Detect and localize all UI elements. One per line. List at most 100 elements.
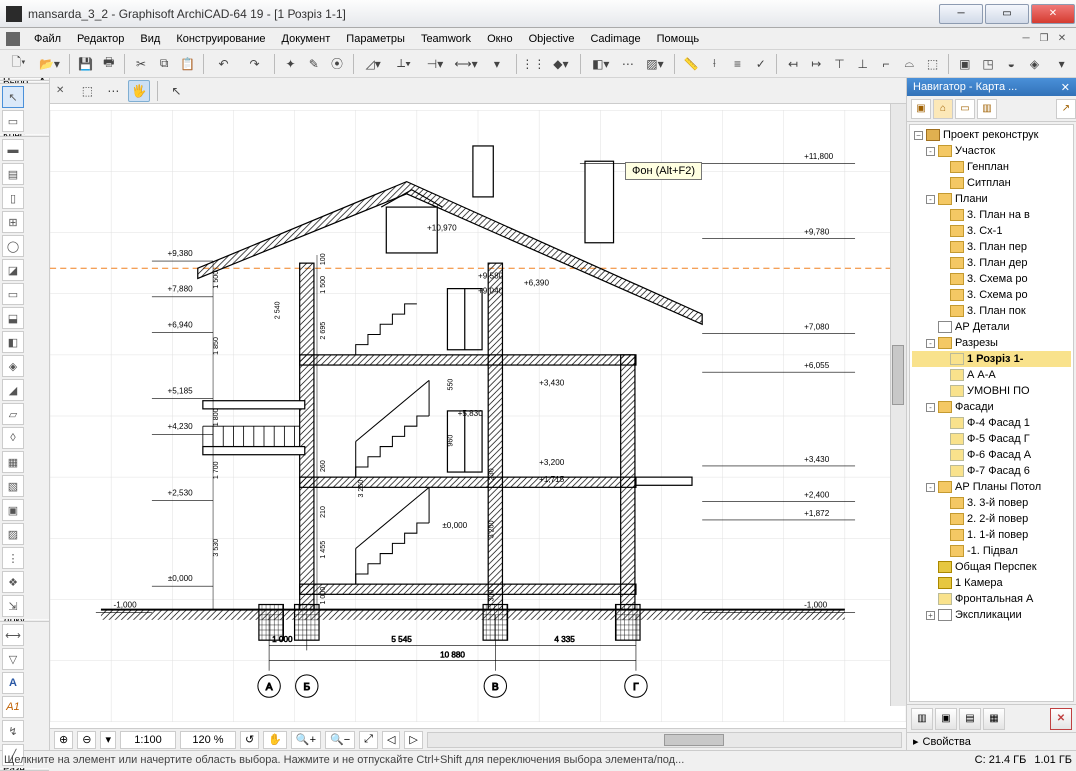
tree-item[interactable]: +Экспликации — [912, 607, 1071, 623]
snap-icon[interactable]: ▾ — [482, 53, 511, 75]
text-tool-icon[interactable]: A — [2, 672, 24, 694]
nav-tab-project-icon[interactable]: ▣ — [911, 99, 931, 119]
redo-button[interactable]: ↷ — [240, 53, 269, 75]
mdi-close-icon[interactable]: ✕ — [1054, 32, 1070, 46]
measure-icon[interactable]: ⟊ — [704, 53, 725, 75]
cut-button[interactable]: ✂ — [130, 53, 151, 75]
nav-tab-popout-icon[interactable]: ↗ — [1056, 99, 1076, 119]
tree-item[interactable]: Ф-7 Фасад 6 — [912, 463, 1071, 479]
door-tool-icon[interactable]: ▯ — [2, 187, 24, 209]
tree-item[interactable]: 1. 1-й повер — [912, 527, 1071, 543]
scale-field[interactable]: 1:100 — [120, 731, 176, 749]
wand-icon[interactable]: ✦ — [280, 53, 301, 75]
tree-item[interactable]: Генплан — [912, 159, 1071, 175]
paste-button[interactable]: 📋 — [177, 53, 198, 75]
shell-tool-icon[interactable]: ▱ — [2, 403, 24, 425]
modify1-icon[interactable]: ↤ — [782, 53, 803, 75]
layer-tool-icon[interactable]: ▤ — [2, 163, 24, 185]
modify7-icon[interactable]: ⬚ — [922, 53, 943, 75]
geom3-icon[interactable]: 🖐 — [128, 80, 150, 102]
tree-item[interactable]: 3. 3-й повер — [912, 495, 1071, 511]
stair-tool-icon[interactable]: ◈ — [2, 355, 24, 377]
menu-помощь[interactable]: Помощь — [649, 31, 708, 47]
tree-item[interactable]: 1 Розріз 1- — [912, 351, 1071, 367]
tree-item[interactable]: Общая Перспек — [912, 559, 1071, 575]
lamp-tool-icon[interactable]: ▨ — [2, 523, 24, 545]
3d-icon[interactable]: ◧▾ — [586, 53, 615, 75]
nav-new-icon[interactable]: ▥ — [911, 708, 933, 730]
zoom-opt-icon[interactable]: ▾ — [100, 731, 116, 749]
dim-icon[interactable]: ⟷▾ — [452, 53, 481, 75]
horizontal-scrollbar[interactable] — [427, 732, 902, 748]
tree-item[interactable]: УМОВНІ ПО — [912, 383, 1071, 399]
tree-item[interactable]: Ф-5 Фасад Г — [912, 431, 1071, 447]
geom4-icon[interactable]: ↖ — [165, 80, 187, 102]
more-icon[interactable]: ▾ — [1047, 53, 1076, 75]
zoomselect-icon[interactable]: 🔍+ — [291, 731, 321, 749]
menu-окно[interactable]: Окно — [479, 31, 521, 47]
tree-item[interactable]: -АР Планы Потол — [912, 479, 1071, 495]
dash-icon[interactable]: ⋯ — [617, 53, 638, 75]
menu-вид[interactable]: Вид — [132, 31, 168, 47]
menu-cadimage[interactable]: Cadimage — [582, 31, 648, 47]
drag-tool-icon[interactable]: ⇲ — [2, 595, 24, 617]
nav-del-icon[interactable]: ▤ — [959, 708, 981, 730]
tree-item[interactable]: -Разрезы — [912, 335, 1071, 351]
dim-tool-icon[interactable]: ⟷ — [2, 624, 24, 646]
geom1-icon[interactable]: ⬚ — [76, 80, 98, 102]
menu-файл[interactable]: Файл — [26, 31, 69, 47]
nav-tab-layout-icon[interactable]: ▭ — [955, 99, 975, 119]
morph-tool-icon[interactable]: ◊ — [2, 427, 24, 449]
nav-delete-icon[interactable]: ✕ — [1050, 708, 1072, 730]
mdi-minimize-icon[interactable]: ─ — [1018, 32, 1034, 46]
level-tool-icon[interactable]: ▽ — [2, 648, 24, 670]
angle1-icon[interactable]: ◿▾ — [359, 53, 388, 75]
hatch-icon[interactable]: ▨▾ — [641, 53, 670, 75]
window-close-button[interactable]: ✕ — [1031, 4, 1075, 24]
roof-tool-icon[interactable]: ◢ — [2, 379, 24, 401]
palette1-icon[interactable]: ▣ — [954, 53, 975, 75]
section-drawing[interactable]: +9,380 +7,880 +6,940 +5,185 +4,230 +2,53… — [50, 104, 906, 728]
modify4-icon[interactable]: ⊥ — [852, 53, 873, 75]
save-button[interactable]: 💾 — [75, 53, 96, 75]
mesh-tool-icon[interactable]: ▦ — [2, 451, 24, 473]
tree-item[interactable]: 2. 2-й повер — [912, 511, 1071, 527]
arrow-tool-icon[interactable]: ↖ — [2, 86, 24, 108]
tree-item[interactable]: Ф-6 Фасад А — [912, 447, 1071, 463]
menu-конструирование[interactable]: Конструирование — [168, 31, 273, 47]
nav-tab-view-icon[interactable]: ⌂ — [933, 99, 953, 119]
open-file-button[interactable]: 📂▾ — [35, 53, 64, 75]
modify2-icon[interactable]: ↦ — [806, 53, 827, 75]
perp-icon[interactable]: ⊣▾ — [421, 53, 450, 75]
zoom-prev-icon[interactable]: ⊖ — [77, 731, 96, 749]
tree-item[interactable]: 3. Схема ро — [912, 287, 1071, 303]
marquee-tool-icon[interactable]: ▭ — [2, 110, 24, 132]
mdi-restore-icon[interactable]: ❐ — [1036, 32, 1052, 46]
nav-copy-icon[interactable]: ▣ — [935, 708, 957, 730]
pen-icon[interactable]: ✎ — [303, 53, 324, 75]
tree-item[interactable]: Фронтальная А — [912, 591, 1071, 607]
tree-item[interactable]: Ф-4 Фасад 1 — [912, 415, 1071, 431]
vertical-scrollbar[interactable] — [890, 104, 906, 706]
maximize-button[interactable]: ▭ — [985, 4, 1029, 24]
subtoolbar-close-icon[interactable]: ✕ — [56, 85, 64, 96]
tree-item[interactable]: -1. Підвал — [912, 543, 1071, 559]
zoom-pct-field[interactable]: 120 % — [180, 731, 236, 749]
menu-objective[interactable]: Objective — [521, 31, 583, 47]
palette4-icon[interactable]: ◈ — [1024, 53, 1045, 75]
skylight-tool-icon[interactable]: ◪ — [2, 259, 24, 281]
zone-tool-icon[interactable]: ▧ — [2, 475, 24, 497]
tree-item[interactable]: 3. План пер — [912, 239, 1071, 255]
tree-item[interactable]: -Плани — [912, 191, 1071, 207]
navigator-close-icon[interactable]: ✕ — [1055, 81, 1076, 94]
modify3-icon[interactable]: ⊤ — [829, 53, 850, 75]
navigator-tree[interactable]: −Проект реконструк -УчастокГенпланСитпла… — [909, 124, 1074, 702]
undo-button[interactable]: ↶ — [209, 53, 238, 75]
menu-teamwork[interactable]: Teamwork — [413, 31, 479, 47]
window-tool-icon[interactable]: ⊞ — [2, 211, 24, 233]
ruler-icon[interactable]: 📏 — [680, 53, 701, 75]
new-file-button[interactable]: 🗋▾ — [4, 53, 33, 75]
home-icon[interactable]: ⤢ — [359, 731, 378, 749]
copy-button[interactable]: ⧉ — [154, 53, 175, 75]
menu-редактор[interactable]: Редактор — [69, 31, 132, 47]
